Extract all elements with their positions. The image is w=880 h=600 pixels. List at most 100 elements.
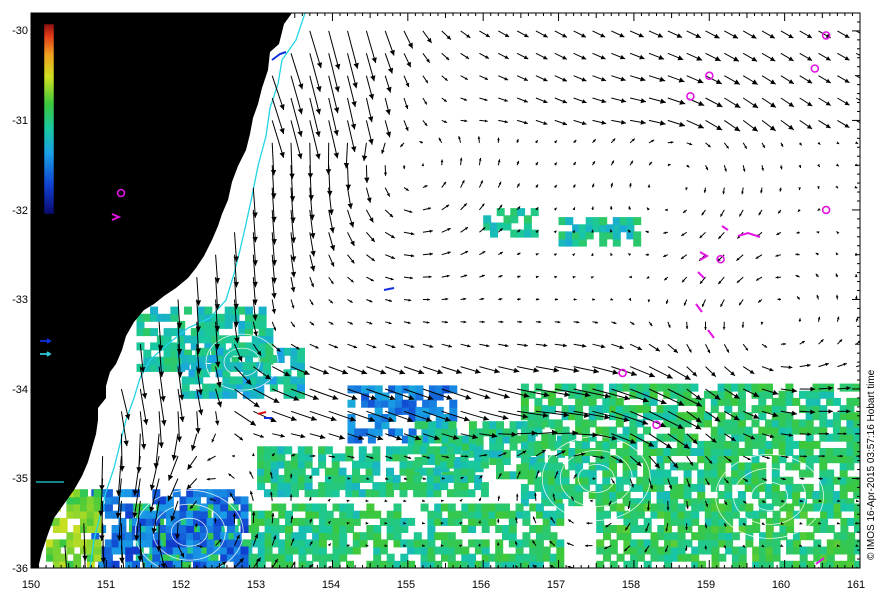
chl-cell <box>447 532 456 541</box>
chl-cell <box>833 503 842 512</box>
chl-cell <box>738 546 747 555</box>
chl-cell <box>474 503 483 512</box>
chl-cell <box>502 457 511 465</box>
chl-cell <box>737 390 746 399</box>
chl-cell <box>258 306 267 315</box>
chl-cell <box>520 455 529 464</box>
chl-cell <box>304 482 313 491</box>
chl-cell <box>467 467 476 476</box>
chl-cell <box>772 553 781 562</box>
chl-cell <box>724 483 733 492</box>
chl-cell <box>832 397 841 406</box>
altimetry-line: 20-Sep 04Z <box>142 99 200 111</box>
chl-cell <box>199 510 208 519</box>
chl-cell <box>399 453 408 462</box>
chl-cell <box>193 546 201 555</box>
chl-cell <box>786 503 795 512</box>
chl-cell <box>331 460 340 469</box>
chl-cell <box>461 503 470 512</box>
chl-cell <box>427 532 436 541</box>
chl-cell <box>615 397 624 406</box>
chl-cell <box>413 546 422 555</box>
y-tick-label: -35 <box>12 473 28 485</box>
chl-cell <box>643 517 652 526</box>
chl-cell <box>304 460 313 469</box>
x-tick-label: 160 <box>772 579 790 591</box>
chl-cell <box>93 539 102 548</box>
chl-cell <box>263 362 272 371</box>
chl-cell <box>826 476 835 485</box>
chl-cell <box>731 532 740 541</box>
velocity-arrowhead <box>165 580 170 586</box>
chl-cell <box>496 208 505 217</box>
chl-cell <box>468 525 477 533</box>
chl-cell <box>305 503 314 512</box>
velocity-arrow <box>120 433 123 472</box>
chl-cell <box>572 231 581 240</box>
chl-cell <box>603 510 611 519</box>
chl-cell <box>565 217 574 226</box>
chl-cell <box>318 539 327 548</box>
chl-cell <box>324 467 333 476</box>
chl-cell <box>615 483 624 492</box>
velocity-arrow <box>83 567 85 568</box>
chl-cell <box>622 448 631 456</box>
chl-cell <box>406 482 415 491</box>
chl-cell <box>346 525 354 533</box>
chl-cell <box>751 419 760 428</box>
chl-cell <box>240 510 249 519</box>
chl-cell <box>854 503 860 512</box>
chl-cell <box>575 483 584 492</box>
chl-cell <box>534 397 543 406</box>
chl-cell <box>366 503 375 512</box>
chl-cell <box>270 467 279 476</box>
chl-cell <box>93 546 102 555</box>
chl-cell <box>725 539 734 548</box>
chl-cell <box>73 532 82 541</box>
chl-cell <box>277 489 286 498</box>
chl-cell <box>772 517 781 526</box>
chl-cell <box>172 489 181 498</box>
chl-cell <box>523 215 532 224</box>
chl-cell <box>150 328 159 337</box>
chl-cell <box>392 474 401 483</box>
chl-cell <box>346 503 354 512</box>
chl-cell <box>778 390 787 399</box>
chl-cell <box>697 491 706 499</box>
chl-cell <box>400 553 409 562</box>
chl-cell <box>731 510 740 519</box>
chl-cell <box>683 469 692 478</box>
chl-cell <box>616 532 625 541</box>
chl-cell <box>820 517 829 526</box>
chl-cell <box>572 238 581 247</box>
chl-cell <box>588 476 597 485</box>
chl-cell <box>650 539 659 548</box>
x-tick-label: 154 <box>322 579 340 591</box>
chl-cell <box>256 390 265 399</box>
chl-cell <box>59 525 68 533</box>
chl-cell <box>408 399 417 408</box>
velocity-arrowhead <box>145 588 150 594</box>
ocean-current-map: 150 151 152 153 154 155 156 157 158 159 … <box>12 12 877 594</box>
chl-cell <box>575 412 584 421</box>
chl-cell <box>502 503 510 512</box>
chl-cell <box>717 433 726 442</box>
anmn-item: 80-150m <box>53 348 96 360</box>
chl-cell <box>731 426 740 435</box>
chl-cell <box>483 215 492 224</box>
chl-cell <box>240 503 249 512</box>
chl-cell <box>588 469 597 478</box>
chl-cell <box>210 553 219 562</box>
chl-cell <box>603 553 611 562</box>
chl-cell <box>421 421 430 430</box>
chl-cell <box>599 238 608 247</box>
chl-cell <box>474 546 483 555</box>
chl-cell <box>630 546 639 555</box>
chl-cell <box>629 448 638 456</box>
velocity-arrowhead <box>704 568 707 571</box>
chl-cell <box>502 471 511 480</box>
chl-cell <box>480 482 489 491</box>
chl-cell <box>738 517 747 526</box>
chl-cell <box>277 453 286 462</box>
chl-cell <box>264 546 273 555</box>
